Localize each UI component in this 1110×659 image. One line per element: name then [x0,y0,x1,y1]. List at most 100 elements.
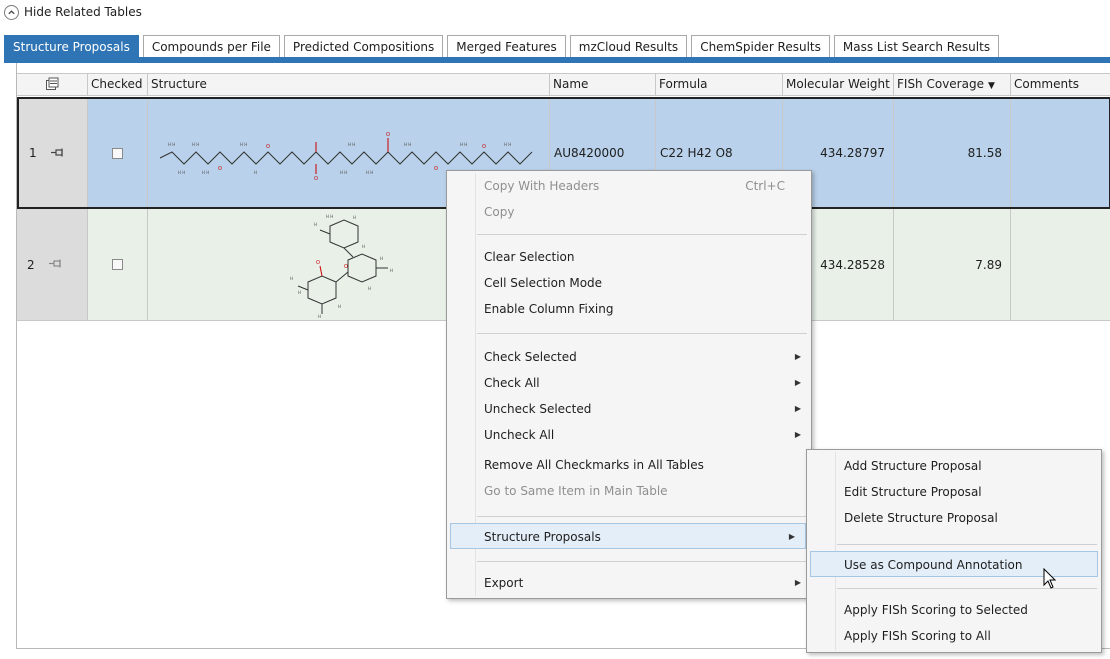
tab-predicted-compositions[interactable]: Predicted Compositions [283,35,444,57]
tab-mzcloud-results[interactable]: mzCloud Results [569,35,688,57]
submenu-arrow-icon: ▶ [794,378,801,387]
menu-item-check-all[interactable]: Check All ▶ [447,370,811,396]
submenu-arrow-icon: ▶ [794,352,801,361]
row-checkbox[interactable] [112,147,123,159]
menu-item-label: Check All [484,376,540,390]
table-header: Checked Structure Name Formula Molecular… [17,73,1110,96]
menu-item-copy-with-headers[interactable]: Copy With Headers Ctrl+C [447,173,811,199]
svg-text:H: H [314,222,317,227]
svg-text:H: H [298,290,301,295]
svg-text:O: O [434,166,438,172]
svg-text:O: O [482,144,486,150]
fish-coverage-label: FISh Coverage [897,77,984,91]
svg-text:H: H [338,304,341,309]
tab-merged-features[interactable]: Merged Features [447,35,566,57]
menu-item-uncheck-selected[interactable]: Uncheck Selected ▶ [447,396,811,422]
shortcut-label: Ctrl+C [745,179,785,193]
menu-separator [837,544,1097,545]
menu-item-label: Check Selected [484,350,577,364]
menu-item-label: Copy With Headers [484,179,600,193]
svg-text:H: H [380,256,383,261]
svg-text:H H: H H [240,142,247,147]
svg-text:H: H [290,276,293,281]
row-checkbox[interactable] [112,259,123,270]
menu-item-check-selected[interactable]: Check Selected ▶ [447,344,811,370]
menu-separator [477,516,807,517]
row-header[interactable]: 1 [19,99,88,207]
column-comments[interactable]: Comments [1011,74,1110,95]
tab-structure-proposals[interactable]: Structure Proposals [4,35,139,57]
checked-cell [88,99,148,207]
menu-item-uncheck-all[interactable]: Uncheck All ▶ [447,422,811,448]
svg-text:H H: H H [366,170,373,175]
sort-down-icon: ▼ [987,81,995,91]
pin-icon[interactable] [48,258,62,271]
svg-text:O: O [386,132,390,138]
hide-related-tables-toggle[interactable]: Hide Related Tables [4,3,142,21]
tab-compounds-per-file[interactable]: Compounds per File [142,35,280,57]
menu-item-cell-selection-mode[interactable]: Cell Selection Mode [447,270,811,296]
menu-item-apply-fish-selected[interactable]: Apply FISh Scoring to Selected [807,597,1101,623]
column-name[interactable]: Name [550,74,656,95]
svg-text:H: H [254,170,257,175]
svg-text:H H: H H [178,170,185,175]
svg-text:H H: H H [326,214,333,219]
menu-separator [477,234,807,235]
svg-text:O: O [344,264,348,270]
menu-item-structure-proposals[interactable]: Structure Proposals ▶ [450,523,806,549]
menu-item-export[interactable]: Export ▶ [447,570,811,596]
svg-text:H: H [318,314,321,319]
svg-text:O: O [314,176,318,182]
mouse-cursor-icon [1043,568,1057,589]
menu-item-clear-selection[interactable]: Clear Selection [447,244,811,270]
menu-item-label: Uncheck Selected [484,402,592,416]
menu-item-enable-column-fixing[interactable]: Enable Column Fixing [447,296,811,322]
menu-separator [477,561,807,562]
menu-item-apply-fish-all[interactable]: Apply FISh Scoring to All [807,623,1101,649]
svg-text:H: H [390,268,393,273]
menu-item-add-structure-proposal[interactable]: Add Structure Proposal [807,453,1101,479]
svg-text:H H: H H [168,142,175,147]
fish-coverage-cell: 81.58 [894,99,1011,207]
menu-item-edit-structure-proposal[interactable]: Edit Structure Proposal [807,479,1101,505]
related-tables-tabs: Structure Proposals Compounds per File P… [4,35,1000,57]
submenu-arrow-icon: ▶ [788,532,795,541]
svg-text:O: O [316,260,320,266]
menu-separator [837,588,1097,589]
row-header[interactable]: 2 [17,209,88,320]
svg-text:O: O [266,144,270,150]
svg-text:H: H [368,286,371,291]
svg-text:H H: H H [348,142,355,147]
hide-related-tables-label: Hide Related Tables [24,5,142,19]
comments-cell[interactable] [1011,209,1110,320]
menu-item-label: Export [484,576,524,590]
fish-coverage-cell: 7.89 [894,209,1011,320]
svg-text:H: H [362,244,365,249]
svg-text:H: H [353,215,356,220]
menu-item-remove-all-checkmarks[interactable]: Remove All Checkmarks in All Tables [447,452,811,478]
comments-cell[interactable] [1011,99,1110,207]
menu-item-label: Uncheck All [484,428,555,442]
tab-mass-list-search-results[interactable]: Mass List Search Results [833,35,1000,57]
menu-item-copy[interactable]: Copy [447,199,811,225]
column-formula[interactable]: Formula [656,74,783,95]
svg-text:O: O [218,166,222,172]
column-chooser-icon[interactable] [17,74,88,95]
menu-item-label: Structure Proposals [484,530,601,544]
tab-chemspider-results[interactable]: ChemSpider Results [691,35,830,57]
svg-text:H H: H H [460,142,467,147]
column-molecular-weight[interactable]: Molecular Weight [783,74,894,95]
menu-separator [477,333,807,334]
checked-cell [88,209,148,320]
submenu-arrow-icon: ▶ [794,404,801,413]
menu-item-delete-structure-proposal[interactable]: Delete Structure Proposal [807,505,1101,531]
pin-icon[interactable] [50,147,64,160]
submenu-arrow-icon: ▶ [794,430,801,439]
column-fish-coverage[interactable]: FISh Coverage ▼ [894,74,1011,95]
svg-text:H H: H H [202,170,209,175]
column-checked[interactable]: Checked [88,74,148,95]
column-structure[interactable]: Structure [148,74,550,95]
menu-item-go-to-same-item[interactable]: Go to Same Item in Main Table [447,478,811,504]
context-menu: Copy With Headers Ctrl+C Copy Clear Sele… [446,170,812,599]
svg-text:H H: H H [340,170,347,175]
